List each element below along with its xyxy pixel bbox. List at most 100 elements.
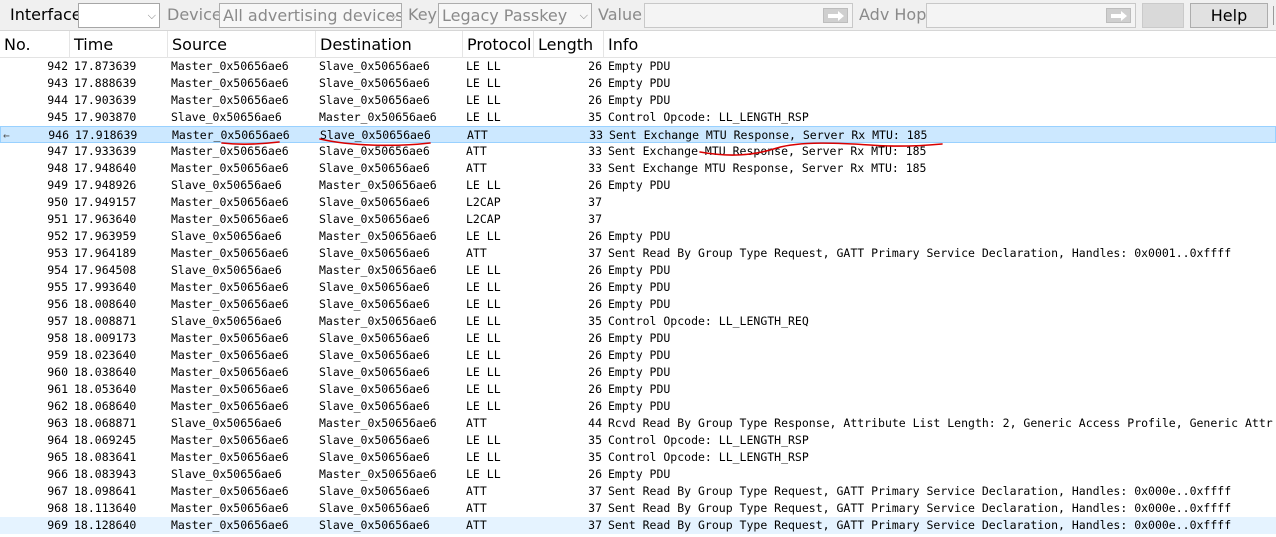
column-header-length[interactable]: Length (534, 31, 604, 58)
packet-destination: Slave_0x50656ae6 (319, 365, 430, 379)
packet-row[interactable]: 951 17.963640 Master_0x50656ae6 Slave_0x506… (0, 211, 1276, 228)
packet-row[interactable]: 965 18.083641 Master_0x50656ae6 Slave_0x506… (0, 449, 1276, 466)
packet-no: 943 (47, 76, 68, 90)
packet-row[interactable]: 950 17.949157 Master_0x50656ae6 Slave_0x506… (0, 194, 1276, 211)
packet-time: 17.964189 (74, 246, 137, 260)
chevron-down-icon: ⌵ (147, 9, 156, 22)
packet-protocol: LE LL (466, 110, 501, 124)
packet-protocol: LE LL (466, 467, 501, 481)
packet-row[interactable]: 963 18.068871 Slave_0x50656ae6 Master_0x506… (0, 415, 1276, 432)
packet-row[interactable]: 954 17.964508 Slave_0x50656ae6 Master_0x506… (0, 262, 1276, 279)
packet-row[interactable]: 962 18.068640 Master_0x50656ae6 Slave_0x506… (0, 398, 1276, 415)
packet-time: 18.009173 (74, 331, 137, 345)
packet-time: 17.963959 (74, 229, 137, 243)
packet-length: 26 (588, 229, 602, 243)
packet-length: 26 (588, 93, 602, 107)
packet-destination: Slave_0x50656ae6 (319, 297, 430, 311)
packet-row[interactable]: 944 17.903639 Master_0x50656ae6 Slave_0x506… (0, 92, 1276, 109)
packet-time: 17.903870 (74, 110, 137, 124)
packet-row[interactable]: 961 18.053640 Master_0x50656ae6 Slave_0x506… (0, 381, 1276, 398)
packet-length: 26 (588, 348, 602, 362)
packet-info: Empty PDU (608, 263, 671, 277)
packet-source: Master_0x50656ae6 (171, 59, 289, 73)
packet-protocol: LE LL (466, 76, 501, 90)
packet-length: 26 (588, 467, 602, 481)
packet-row[interactable]: 957 18.008871 Slave_0x50656ae6 Master_0x506… (0, 313, 1276, 330)
packet-info: Control Opcode: LL_LENGTH_RSP (608, 433, 809, 447)
packet-time: 18.098641 (74, 484, 137, 498)
packet-length: 35 (588, 433, 602, 447)
packet-length: 44 (588, 416, 602, 430)
packet-row[interactable]: 949 17.948926 Slave_0x50656ae6 Master_0x506… (0, 177, 1276, 194)
packet-row[interactable]: 952 17.963959 Slave_0x50656ae6 Master_0x506… (0, 228, 1276, 245)
packet-destination: Slave_0x50656ae6 (319, 280, 430, 294)
packet-protocol: LE LL (466, 93, 501, 107)
packet-info: Sent Read By Group Type Request, GATT Pr… (608, 518, 1232, 532)
packet-no: 953 (47, 246, 68, 260)
key-combo[interactable]: Legacy Passkey ⌵ (438, 3, 592, 28)
packet-row[interactable]: 942 17.873639 Master_0x50656ae6 Slave_0x506… (0, 58, 1276, 75)
packet-source: Slave_0x50656ae6 (171, 229, 282, 243)
arrow-right-icon (1111, 11, 1127, 21)
packet-row[interactable]: 960 18.038640 Master_0x50656ae6 Slave_0x506… (0, 364, 1276, 381)
column-header-no[interactable]: No. (0, 31, 70, 58)
packet-row[interactable]: 958 18.009173 Master_0x50656ae6 Slave_0x506… (0, 330, 1276, 347)
interface-combo[interactable]: ⌵ (78, 3, 160, 28)
packet-no: 944 (47, 93, 68, 107)
packet-time: 18.083943 (74, 467, 137, 481)
blank-toolbar-button[interactable] (1142, 3, 1184, 28)
column-header-info[interactable]: Info (604, 31, 1276, 58)
adv-hop-input[interactable] (926, 3, 1136, 28)
column-header-protocol[interactable]: Protocol (463, 31, 534, 58)
packet-row[interactable]: 945 17.903870 Slave_0x50656ae6 Master_0x506… (0, 109, 1276, 126)
apply-adv-hop-button[interactable] (1106, 8, 1131, 23)
packet-row[interactable]: 955 17.993640 Master_0x50656ae6 Slave_0x506… (0, 279, 1276, 296)
packet-source: Master_0x50656ae6 (171, 212, 289, 226)
column-header-destination[interactable]: Destination (316, 31, 463, 58)
packet-time: 17.888639 (74, 76, 137, 90)
packet-row[interactable]: 959 18.023640 Master_0x50656ae6 Slave_0x506… (0, 347, 1276, 364)
packet-row[interactable]: 953 17.964189 Master_0x50656ae6 Slave_0x506… (0, 245, 1276, 262)
packet-length: 26 (588, 399, 602, 413)
packet-info: Sent Read By Group Type Request, GATT Pr… (608, 246, 1232, 260)
packet-destination: Master_0x50656ae6 (319, 416, 437, 430)
packet-destination: Slave_0x50656ae6 (319, 76, 430, 90)
key-combo-value: Legacy Passkey (442, 6, 568, 25)
packet-time: 17.949157 (74, 195, 137, 209)
packet-time: 18.053640 (74, 382, 137, 396)
arrow-right-icon (828, 11, 844, 21)
packet-no: 961 (47, 382, 68, 396)
packet-destination: Slave_0x50656ae6 (319, 484, 430, 498)
packet-protocol: LE LL (466, 314, 501, 328)
help-button[interactable]: Help (1190, 3, 1268, 28)
packet-row[interactable]: 966 18.083943 Slave_0x50656ae6 Master_0x506… (0, 466, 1276, 483)
packet-row[interactable]: 967 18.098641 Master_0x50656ae6 Slave_0x506… (0, 483, 1276, 500)
packet-length: 35 (588, 314, 602, 328)
packet-destination: Slave_0x50656ae6 (320, 128, 431, 142)
packet-source: Slave_0x50656ae6 (171, 178, 282, 192)
packet-source: Master_0x50656ae6 (171, 382, 289, 396)
packet-protocol: ATT (466, 518, 487, 532)
adv-hop-label: Adv Hop (859, 5, 927, 24)
packet-row[interactable]: 947 17.933639 Master_0x50656ae6 Slave_0x506… (0, 143, 1276, 160)
packet-row[interactable]: 969 18.128640 Master_0x50656ae6 Slave_0x506… (0, 517, 1276, 534)
packet-protocol: L2CAP (466, 212, 501, 226)
apply-value-button[interactable] (823, 8, 848, 23)
packet-time: 17.903639 (74, 93, 137, 107)
packet-no: 952 (47, 229, 68, 243)
packet-row[interactable]: 968 18.113640 Master_0x50656ae6 Slave_0x506… (0, 500, 1276, 517)
packet-row[interactable]: ← 946 17.918639 Master_0x50656ae6 Slave_0x50… (0, 126, 1276, 143)
packet-row[interactable]: 943 17.888639 Master_0x50656ae6 Slave_0x506… (0, 75, 1276, 92)
packet-source: Master_0x50656ae6 (171, 144, 289, 158)
column-header-time[interactable]: Time (70, 31, 168, 58)
value-input[interactable] (644, 3, 853, 28)
sniffer-toolbar: Interface ⌵ Device All advertising devic… (0, 0, 1276, 31)
packet-row[interactable]: 956 18.008640 Master_0x50656ae6 Slave_0x506… (0, 296, 1276, 313)
packet-row[interactable]: 964 18.069245 Master_0x50656ae6 Slave_0x506… (0, 432, 1276, 449)
packet-source: Master_0x50656ae6 (171, 450, 289, 464)
column-header-source[interactable]: Source (168, 31, 316, 58)
packet-destination: Slave_0x50656ae6 (319, 246, 430, 260)
packet-source: Master_0x50656ae6 (171, 518, 289, 532)
device-combo[interactable]: All advertising devices ⌵ (219, 3, 402, 28)
packet-row[interactable]: 948 17.948640 Master_0x50656ae6 Slave_0x506… (0, 160, 1276, 177)
